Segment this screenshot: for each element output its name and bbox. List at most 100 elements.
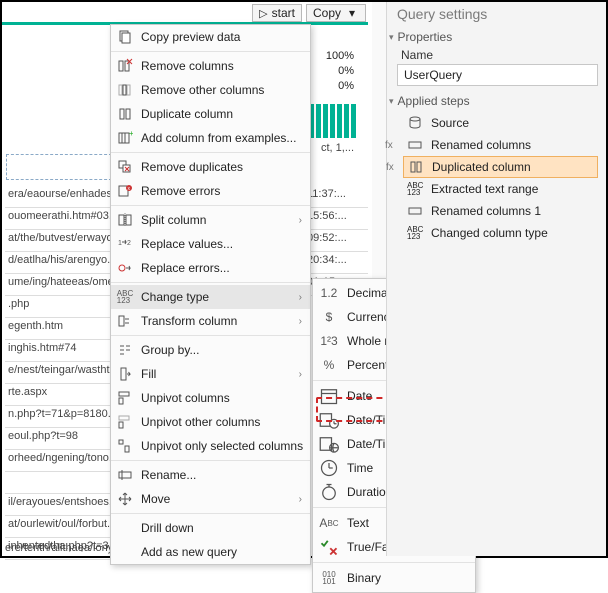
step-duplicated[interactable]: fxDuplicated column	[403, 156, 598, 178]
column-quality-percent: 100% 0% 0%	[326, 50, 354, 95]
unpivot-other-icon	[117, 414, 133, 430]
menu-fill[interactable]: Fill›	[111, 362, 310, 386]
cell[interactable]: at/the/butvest/erwayo...	[5, 230, 111, 252]
cell[interactable]: orheed/ngening/tono...	[5, 450, 111, 472]
menu-unpivot[interactable]: Unpivot columns	[111, 386, 310, 410]
cell[interactable]: ume/ing/hateeas/ome...	[5, 274, 111, 296]
percentage-icon: %	[319, 357, 339, 373]
transform-icon	[117, 313, 133, 329]
replace-values-icon: 12	[117, 236, 133, 252]
cell[interactable]: 09:52:...	[302, 230, 368, 252]
menu-rename[interactable]: Rename...	[111, 463, 310, 487]
source-icon	[407, 115, 425, 131]
cell[interactable]: at/ourlewit/oul/forbut...	[5, 516, 111, 538]
step-renamed1[interactable]: Renamed columns 1	[403, 200, 598, 222]
cell[interactable]: il/erayoues/entshoes,...	[5, 494, 111, 516]
rename-icon	[117, 467, 133, 483]
copy-icon	[117, 29, 133, 45]
move-icon	[117, 491, 133, 507]
cell[interactable]: n.php?t=71&p=8180...	[5, 406, 111, 428]
applied-steps-header[interactable]: ▾Applied steps	[389, 94, 598, 108]
step-source[interactable]: Source	[403, 112, 598, 134]
distinct-summary: ct, 1,...	[321, 142, 354, 154]
replace-errors-icon	[117, 260, 133, 276]
unpivot-sel-icon	[117, 438, 133, 454]
menu-duplicate-column[interactable]: Duplicate column	[111, 102, 310, 126]
menu-split-column[interactable]: Split column›	[111, 208, 310, 232]
add-examples-icon: +	[117, 130, 133, 146]
column-context-menu: Copy preview data Remove columns Remove …	[110, 24, 311, 565]
extract-step-icon: ABC123	[407, 182, 425, 196]
step-renamed[interactable]: fxRenamed columns	[403, 134, 598, 156]
menu-copy-preview[interactable]: Copy preview data	[111, 25, 310, 49]
menu-group-by[interactable]: Group by...	[111, 338, 310, 362]
menu-unpivot-selected[interactable]: Unpivot only selected columns	[111, 434, 310, 458]
cell[interactable]: inghis.htm#74	[5, 340, 111, 362]
rename-step-icon	[407, 137, 425, 153]
menu-move[interactable]: Move›	[111, 487, 310, 511]
menu-remove-other-columns[interactable]: Remove other columns	[111, 78, 310, 102]
properties-header[interactable]: ▾Properties	[389, 30, 598, 44]
time-icon	[319, 460, 339, 476]
chevron-right-icon: ›	[299, 316, 302, 327]
menu-add-from-examples[interactable]: +Add column from examples...	[111, 126, 310, 150]
cell[interactable]: 15:56:...	[302, 208, 368, 230]
start-button[interactable]: ▷start	[252, 4, 302, 22]
cell[interactable]: ouomeerathi.htm#03...	[5, 208, 111, 230]
datetime-icon	[319, 412, 339, 428]
boolean-icon	[319, 539, 339, 555]
menu-replace-values[interactable]: 12Replace values...	[111, 232, 310, 256]
menu-unpivot-other[interactable]: Unpivot other columns	[111, 410, 310, 434]
split-icon	[117, 212, 133, 228]
cell[interactable]: .php	[5, 296, 111, 318]
remove-columns-icon	[117, 58, 133, 74]
menu-change-type[interactable]: ABC123Change type›	[111, 285, 310, 309]
type-step-icon: ABC123	[407, 226, 425, 240]
text-icon: ABC	[319, 515, 339, 531]
remove-dupes-icon	[117, 159, 133, 175]
menu-remove-columns[interactable]: Remove columns	[111, 54, 310, 78]
menu-transform-column[interactable]: Transform column›	[111, 309, 310, 333]
chevron-right-icon: ›	[299, 494, 302, 505]
datetimezone-icon	[319, 436, 339, 452]
group-icon	[117, 342, 133, 358]
step-extracted[interactable]: ABC123Extracted text range	[403, 178, 598, 200]
menu-drill-down[interactable]: Drill down	[111, 516, 310, 540]
currency-icon: $	[319, 309, 339, 325]
pane-title: Query settings	[397, 6, 598, 22]
cell[interactable]: 20:34:...	[302, 252, 368, 274]
query-name-input[interactable]: UserQuery	[397, 64, 598, 86]
menu-add-as-query[interactable]: Add as new query	[111, 540, 310, 564]
rename-step-icon	[407, 203, 425, 219]
fill-icon	[117, 366, 133, 382]
cell[interactable]: egenth.htm	[5, 318, 111, 340]
step-changed-type[interactable]: ABC123Changed column type	[403, 222, 598, 244]
chevron-right-icon: ›	[299, 369, 302, 380]
cell[interactable]: era/eaourse/enhades,...	[5, 186, 111, 208]
cell[interactable]: eoul.php?t=98	[5, 428, 111, 450]
unpivot-icon	[117, 390, 133, 406]
name-label: Name	[401, 48, 598, 62]
remove-other-icon	[117, 82, 133, 98]
cell[interactable]: d/eatlha/his/arengyo...	[5, 252, 111, 274]
remove-errors-icon: x	[117, 183, 133, 199]
change-type-icon: ABC123	[117, 289, 133, 305]
menu-replace-errors[interactable]: Replace errors...	[111, 256, 310, 280]
svg-text:1: 1	[118, 240, 122, 247]
menu-remove-duplicates[interactable]: Remove duplicates	[111, 155, 310, 179]
cell[interactable]	[5, 472, 111, 494]
menu-remove-errors[interactable]: xRemove errors	[111, 179, 310, 203]
cell[interactable]: rte.aspx	[5, 384, 111, 406]
column-header-placeholder	[6, 154, 112, 180]
cell[interactable]: e/nest/teingar/wasthth...	[5, 362, 111, 384]
type-binary[interactable]: 010101Binary	[313, 566, 475, 590]
date-icon	[319, 388, 339, 404]
preview-column-left: era/eaourse/enhades,... ouomeerathi.htm#…	[5, 186, 111, 560]
decimal-icon: 1.2	[319, 285, 339, 301]
copy-dropdown-button[interactable]: Copy▾	[306, 4, 366, 22]
chevron-right-icon: ›	[299, 215, 302, 226]
chevron-down-icon: ▾	[389, 32, 394, 43]
query-settings-pane: Query settings ▾Properties Name UserQuer…	[386, 2, 606, 556]
cell[interactable]: 11:37:...	[302, 186, 368, 208]
binary-icon: 010101	[319, 570, 339, 586]
